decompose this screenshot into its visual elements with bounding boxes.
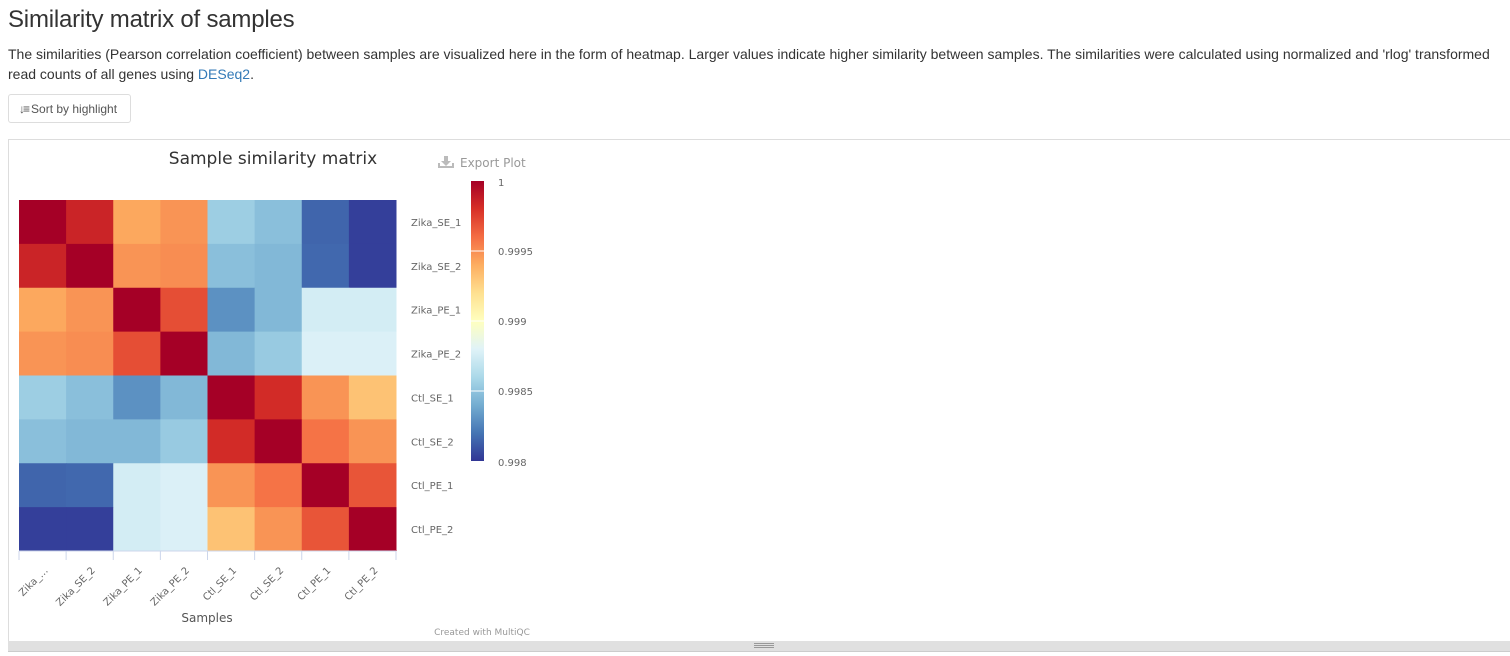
- x-axis: Zika_… Zika_SE_2 Zika_PE_1 Zika_PE_2 Ctl_SE_…: [17, 550, 397, 609]
- heatmap-cell[interactable]: [113, 463, 161, 508]
- heatmap-cell[interactable]: [19, 507, 67, 552]
- y-tick-label: Zika_PE_1: [411, 306, 461, 317]
- heatmap-cell[interactable]: [301, 463, 350, 508]
- y-tick-label: Ctl_PE_1: [411, 481, 453, 492]
- heatmap-cell[interactable]: [19, 243, 67, 289]
- heatmap-cell[interactable]: [301, 507, 350, 552]
- heatmap-cell[interactable]: [66, 287, 114, 333]
- heatmap-cell[interactable]: [160, 463, 208, 508]
- heatmap-cell[interactable]: [207, 331, 256, 376]
- heatmap-cell[interactable]: [301, 287, 350, 333]
- heatmap-cell[interactable]: [254, 331, 303, 376]
- heatmap-cell[interactable]: [207, 375, 256, 420]
- heatmap-cell[interactable]: [66, 200, 114, 245]
- heatmap-cell[interactable]: [254, 375, 303, 420]
- x-tick-label: Zika_PE_1: [102, 565, 145, 608]
- heatmap-cell[interactable]: [66, 243, 114, 289]
- heatmap-cell[interactable]: [113, 287, 161, 333]
- download-icon: [438, 156, 454, 168]
- heatmap-cell[interactable]: [19, 375, 67, 420]
- heatmap-cell[interactable]: [160, 287, 208, 333]
- heatmap-cell[interactable]: [113, 419, 161, 464]
- heatmap-cell[interactable]: [160, 507, 208, 552]
- x-tick-label: Zika_PE_2: [149, 565, 192, 608]
- heatmap-cell[interactable]: [348, 243, 397, 289]
- heatmap-cell[interactable]: [66, 331, 114, 376]
- heatmap-cell[interactable]: [254, 243, 303, 289]
- colorbar-tick-label: 0.9995: [498, 247, 533, 258]
- similarity-heatmap: Sample similarity matrix Export Plot Zik…: [17, 149, 533, 638]
- heatmap-cell[interactable]: [348, 331, 397, 376]
- heatmap-cell[interactable]: [113, 375, 161, 420]
- plot-resize-handle[interactable]: [8, 641, 1510, 652]
- heatmap-cell[interactable]: [19, 331, 67, 376]
- y-tick-label: Ctl_SE_1: [411, 393, 454, 404]
- heatmap-cell[interactable]: [348, 419, 397, 464]
- colorbar-tick-label: 0.998: [498, 458, 527, 469]
- heatmap-cell[interactable]: [19, 419, 67, 464]
- heatmap-cell[interactable]: [207, 463, 256, 508]
- x-tick-label: Ctl_SE_1: [201, 565, 239, 603]
- heatmap-cell[interactable]: [66, 419, 114, 464]
- x-tick-label: Zika_SE_2: [54, 565, 97, 608]
- heatmap-cell[interactable]: [160, 331, 208, 376]
- heatmap-cell[interactable]: [301, 331, 350, 376]
- multiqc-credit: Created with MultiQC: [434, 628, 530, 638]
- y-tick-label: Ctl_SE_2: [411, 437, 454, 448]
- heatmap-cell[interactable]: [160, 200, 208, 245]
- heatmap-cell[interactable]: [66, 375, 114, 420]
- heatmap-cell[interactable]: [348, 200, 397, 245]
- heatmap-cell[interactable]: [254, 507, 303, 552]
- grip-icon: [754, 643, 774, 648]
- heatmap-cell[interactable]: [301, 243, 350, 289]
- export-plot-button[interactable]: Export Plot: [438, 156, 526, 170]
- y-tick-label: Zika_SE_1: [411, 218, 461, 229]
- heatmap-cell[interactable]: [113, 200, 161, 245]
- x-tick-label: Ctl_SE_2: [248, 565, 286, 603]
- colorbar-tick-label: 1: [498, 178, 504, 189]
- heatmap-cell[interactable]: [19, 287, 67, 333]
- heatmap-cell[interactable]: [348, 463, 397, 508]
- x-tick-label: Ctl_PE_2: [343, 565, 381, 603]
- export-plot-label: Export Plot: [460, 156, 526, 170]
- heatmap-cell[interactable]: [160, 243, 208, 289]
- heatmap-cell[interactable]: [19, 200, 67, 245]
- heatmap-cell[interactable]: [19, 463, 67, 508]
- chart-title: Sample similarity matrix: [169, 149, 377, 169]
- heatmap-cell[interactable]: [160, 375, 208, 420]
- heatmap-cell[interactable]: [301, 200, 350, 245]
- heatmap-cell[interactable]: [254, 463, 303, 508]
- x-axis-title: Samples: [181, 611, 232, 625]
- heatmap-cell[interactable]: [66, 463, 114, 508]
- heatmap-cell[interactable]: [348, 375, 397, 420]
- y-axis: Zika_SE_1 Zika_SE_2 Zika_PE_1 Zika_PE_2 Ctl_…: [411, 218, 461, 536]
- heatmap-cell[interactable]: [113, 243, 161, 289]
- heatmap-cell[interactable]: [254, 419, 303, 464]
- heatmap-cell[interactable]: [348, 287, 397, 333]
- heatmap-cell[interactable]: [301, 419, 350, 464]
- y-tick-label: Zika_PE_2: [411, 350, 461, 361]
- heatmap-cell[interactable]: [207, 419, 256, 464]
- heatmap-cell[interactable]: [254, 200, 303, 245]
- heatmap-cell[interactable]: [113, 331, 161, 376]
- heatmap-cell[interactable]: [301, 375, 350, 420]
- x-tick-label: Ctl_PE_1: [296, 565, 334, 603]
- colorbar-tick-label: 0.999: [498, 317, 527, 328]
- heatmap-cell[interactable]: [113, 507, 161, 552]
- heatmap-cell[interactable]: [207, 200, 256, 245]
- heatmap-cell[interactable]: [348, 507, 397, 552]
- heatmap-cell[interactable]: [66, 507, 114, 552]
- heatmap-cell[interactable]: [160, 419, 208, 464]
- x-tick-label: Zika_…: [17, 565, 50, 598]
- heatmap-cell[interactable]: [207, 287, 256, 333]
- heatmap-cells: [19, 200, 397, 552]
- heatmap-cell[interactable]: [207, 243, 256, 289]
- colorbar-tick-label: 0.9985: [498, 387, 533, 398]
- y-tick-label: Zika_SE_2: [411, 262, 461, 273]
- heatmap-cell[interactable]: [207, 507, 256, 552]
- heatmap-cell[interactable]: [254, 287, 303, 333]
- y-tick-label: Ctl_PE_2: [411, 525, 453, 536]
